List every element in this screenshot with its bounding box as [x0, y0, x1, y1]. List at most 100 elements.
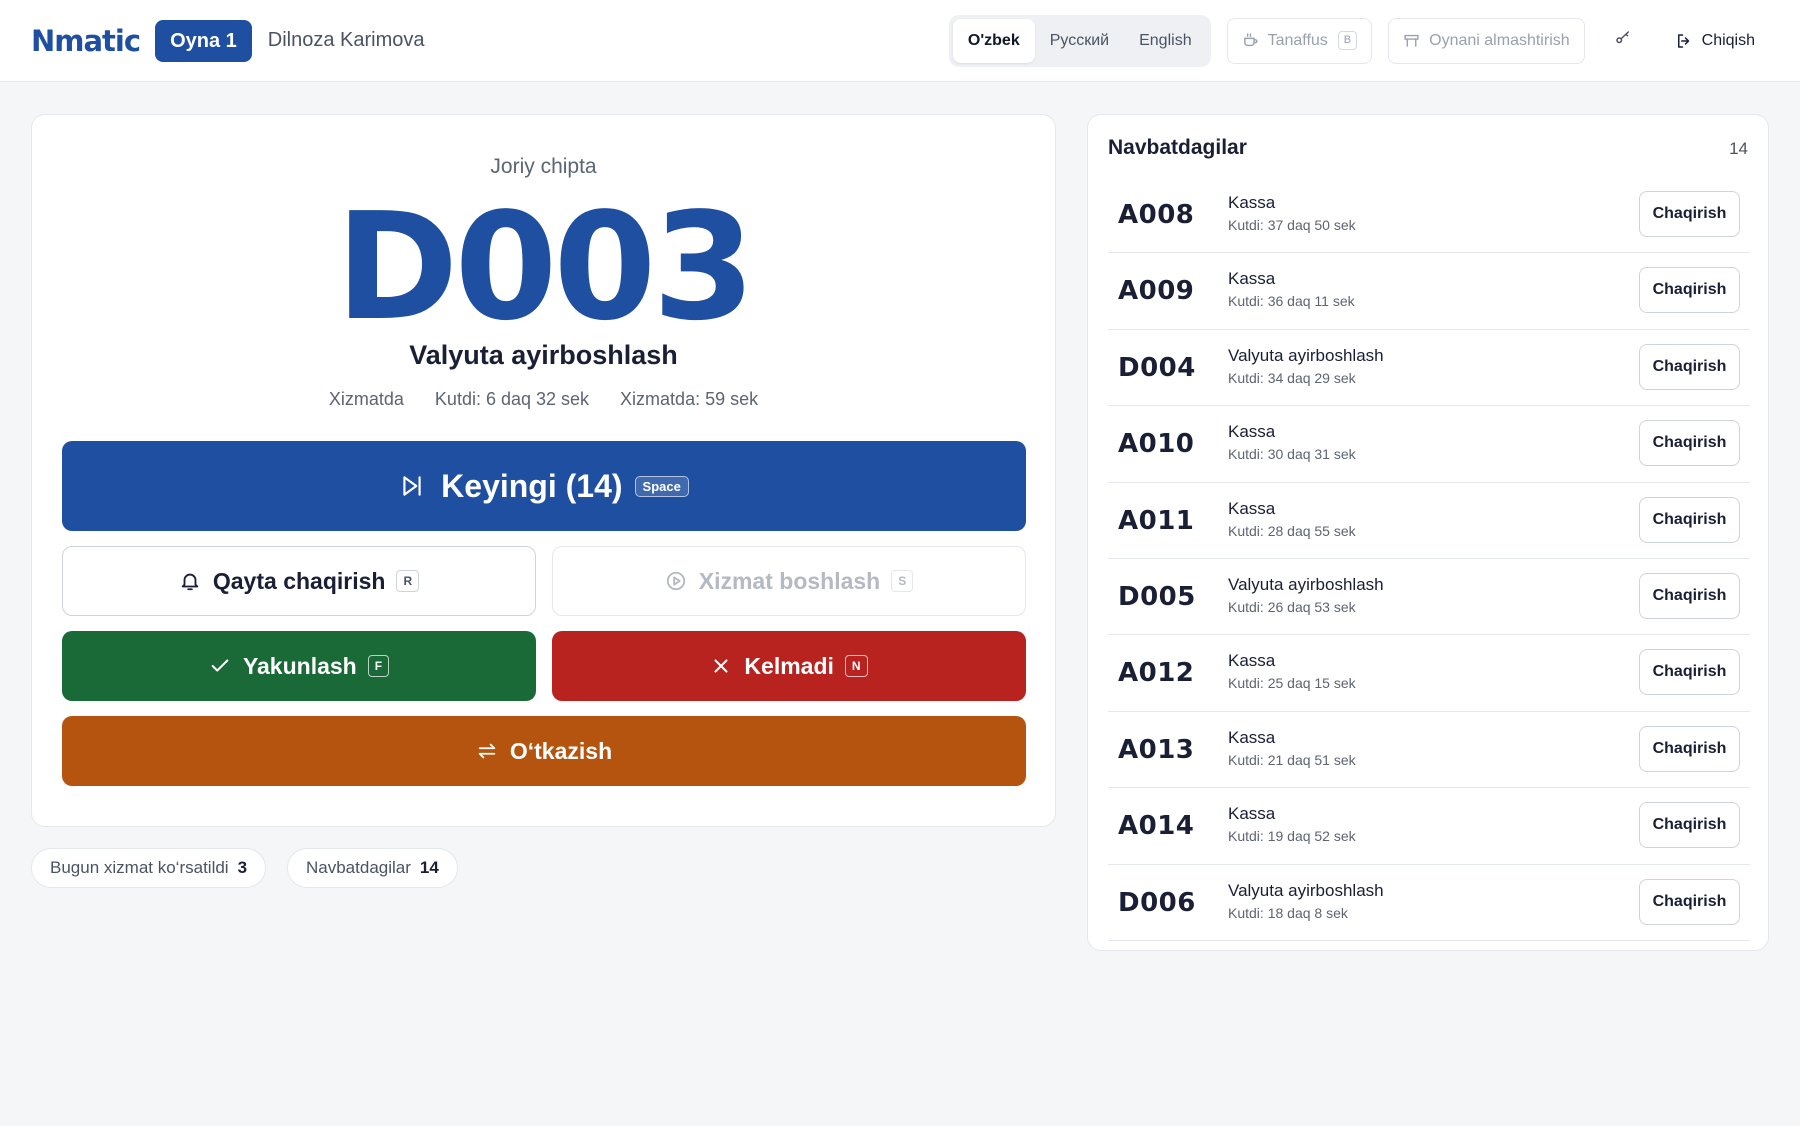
call-button[interactable]: Chaqirish — [1639, 191, 1740, 237]
queue-ticket: A011 — [1118, 505, 1195, 536]
call-button[interactable]: Chaqirish — [1639, 878, 1740, 925]
waited-time: Kutdi: 6 daq 32 sek — [434, 389, 590, 409]
lang-english[interactable]: English — [1124, 19, 1206, 63]
queue-wait: Kutdi: 30 daq 31 sek — [1228, 446, 1356, 463]
call-button[interactable]: Chaqirish — [1639, 420, 1740, 467]
queue-row: D006 Valyuta ayirboshlash Kutdi: 18 daq … — [1108, 865, 1750, 941]
queue-service: Kassa — [1228, 804, 1276, 824]
key-icon — [1614, 29, 1632, 52]
ticket-caption: Joriy chipta — [490, 155, 597, 178]
serving-time: Xizmatda: 59 sek — [620, 389, 759, 409]
waiting-label: Navbatdagilar — [306, 858, 411, 877]
close-icon — [710, 655, 732, 677]
bell-icon — [179, 570, 201, 592]
transfer-button[interactable]: O‘tkazish — [62, 716, 1026, 786]
queue-service: Kassa — [1228, 651, 1276, 671]
finish-button[interactable]: Yakunlash F — [62, 631, 536, 701]
current-ticket-panel: Joriy chipta D003 Valyuta ayirboshlash X… — [31, 114, 1056, 827]
transfer-label: O‘tkazish — [509, 737, 613, 764]
current-service: Valyuta ayirboshlash — [409, 340, 678, 370]
start-service-label: Xizmat boshlash — [698, 567, 881, 594]
queue-row: A014 Kassa Kutdi: 19 daq 52 sek Chaqiris… — [1108, 788, 1750, 865]
start-service-button[interactable]: Xizmat boshlash S — [552, 546, 1026, 616]
queue-ticket: D006 — [1118, 887, 1196, 918]
break-shortcut: B — [1337, 31, 1358, 50]
queue-service: Valyuta ayirboshlash — [1228, 880, 1384, 900]
queue-ticket: A012 — [1118, 658, 1195, 689]
noshow-shortcut: N — [844, 655, 868, 677]
served-today-stat: Bugun xizmat ko‘rsatildi 3 — [31, 848, 267, 888]
current-ticket-number: D003 — [335, 181, 756, 353]
queue-service: Kassa — [1228, 269, 1276, 289]
call-button[interactable]: Chaqirish — [1639, 267, 1740, 314]
start-service-shortcut: S — [891, 570, 914, 592]
queue-ticket: A014 — [1118, 811, 1195, 842]
lang-russian[interactable]: Русский — [1035, 19, 1124, 63]
lang-uzbek[interactable]: O'zbek — [952, 18, 1035, 63]
queue-wait: Kutdi: 21 daq 51 sek — [1228, 751, 1356, 768]
ticket-meta: Xizmatda Kutdi: 6 daq 32 sek Xizmatda: 5… — [32, 389, 1055, 410]
queue-count: 14 — [1729, 139, 1748, 158]
finish-shortcut: F — [367, 655, 390, 677]
queue-list: A008 Kassa Kutdi: 37 daq 50 sek Chaqiris… — [1108, 177, 1750, 941]
top-bar: Nmatic Oyna 1 Dilnoza Karimova O'zbek Ру… — [0, 0, 1800, 82]
queue-row: A012 Kassa Kutdi: 25 daq 15 sek Chaqiris… — [1108, 635, 1750, 712]
queue-service: Kassa — [1228, 727, 1276, 747]
queue-ticket: A013 — [1118, 734, 1195, 765]
recall-button[interactable]: Qayta chaqirish R — [62, 546, 536, 616]
queue-wait: Kutdi: 36 daq 11 sek — [1228, 293, 1355, 310]
queue-service: Kassa — [1228, 422, 1276, 442]
play-circle-icon — [665, 570, 687, 592]
queue-service: Kassa — [1228, 498, 1276, 518]
queue-row: A010 Kassa Kutdi: 30 daq 31 sek Chaqiris… — [1108, 406, 1750, 483]
queue-row: A013 Kassa Kutdi: 21 daq 51 sek Chaqiris… — [1108, 712, 1750, 789]
served-today-label: Bugun xizmat ko‘rsatildi — [50, 858, 229, 877]
queue-wait: Kutdi: 25 daq 15 sek — [1228, 675, 1356, 692]
change-window-label: Oynani almashtirish — [1429, 31, 1570, 49]
noshow-button[interactable]: Kelmadi N — [552, 631, 1026, 701]
next-button[interactable]: Keyingi (14) Space — [62, 441, 1026, 531]
call-button[interactable]: Chaqirish — [1639, 649, 1740, 696]
waiting-stat: Navbatdagilar 14 — [287, 848, 458, 888]
logo: Nmatic — [31, 23, 141, 58]
queue-wait: Kutdi: 34 daq 29 sek — [1228, 369, 1356, 386]
finish-noshow-row: Yakunlash F Kelmadi N — [62, 631, 1026, 701]
key-button[interactable] — [1601, 18, 1645, 64]
queue-row: D004 Valyuta ayirboshlash Kutdi: 34 daq … — [1108, 330, 1750, 407]
queue-ticket: D004 — [1118, 352, 1196, 383]
queue-ticket: A008 — [1118, 200, 1195, 230]
recall-shortcut: R — [396, 570, 420, 592]
queue-service: Valyuta ayirboshlash — [1228, 574, 1384, 594]
call-button[interactable]: Chaqirish — [1639, 496, 1740, 543]
change-window-button[interactable]: Oynani almashtirish — [1388, 17, 1585, 64]
next-shortcut: Space — [634, 475, 689, 497]
call-button[interactable]: Chaqirish — [1639, 572, 1740, 619]
waiting-value: 14 — [419, 858, 439, 877]
noshow-label: Kelmadi — [744, 652, 834, 679]
call-button[interactable]: Chaqirish — [1639, 343, 1740, 390]
logout-icon — [1675, 32, 1693, 50]
window-badge: Oyna 1 — [155, 19, 252, 62]
break-button[interactable]: Tanaffus B — [1226, 17, 1373, 64]
queue-panel: Navbatdagilar 14 A008 Kassa Kutdi: 37 da… — [1087, 114, 1769, 951]
queue-row: A011 Kassa Kutdi: 28 daq 55 sek Chaqiris… — [1108, 483, 1750, 559]
skip-forward-icon — [399, 473, 425, 499]
queue-service: Valyuta ayirboshlash — [1228, 345, 1384, 365]
call-button[interactable]: Chaqirish — [1639, 802, 1740, 849]
call-button[interactable]: Chaqirish — [1639, 725, 1740, 772]
check-icon — [209, 655, 231, 677]
queue-row: D005 Valyuta ayirboshlash Kutdi: 26 daq … — [1108, 559, 1750, 636]
transfer-arrows-icon — [476, 740, 498, 762]
queue-wait: Kutdi: 28 daq 55 sek — [1228, 522, 1356, 539]
queue-wait: Kutdi: 26 daq 53 sek — [1228, 598, 1356, 615]
queue-row: A008 Kassa Kutdi: 37 daq 50 sek Chaqiris… — [1108, 177, 1750, 254]
logout-button[interactable]: Chiqish — [1661, 18, 1769, 64]
logout-label: Chiqish — [1701, 31, 1755, 49]
next-label: Keyingi (14) — [441, 467, 623, 504]
served-today-value: 3 — [237, 858, 248, 877]
language-switcher: O'zbek Русский English — [948, 14, 1211, 67]
queue-title: Navbatdagilar — [1108, 136, 1247, 159]
queue-service: Kassa — [1228, 193, 1276, 212]
coffee-icon — [1242, 32, 1259, 49]
queue-ticket: A009 — [1118, 276, 1195, 307]
